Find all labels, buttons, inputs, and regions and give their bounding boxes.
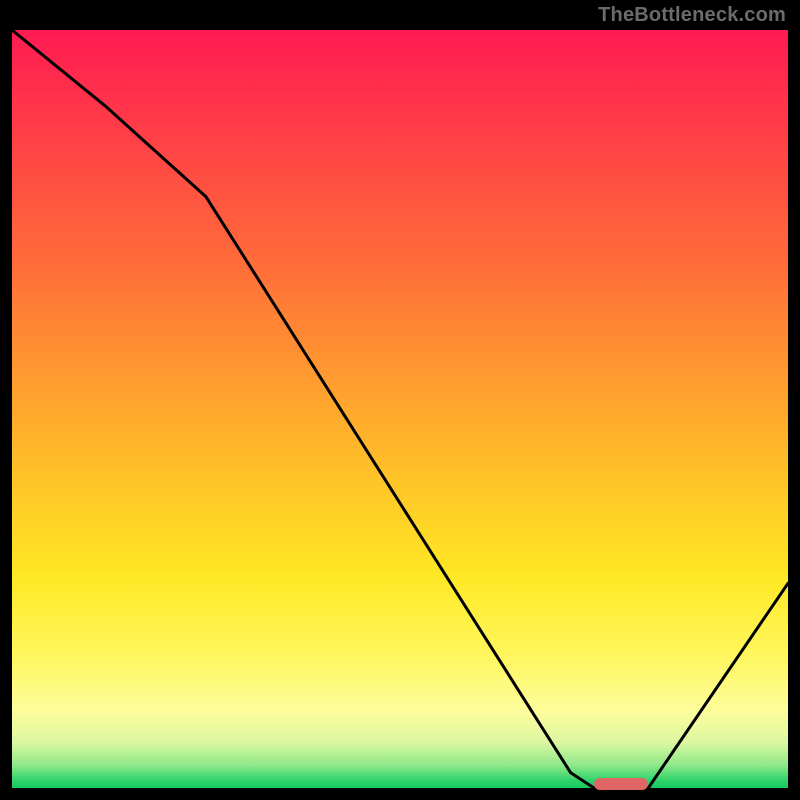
plot-area [12,30,788,788]
bottleneck-curve [12,30,788,788]
chart-frame: TheBottleneck.com [0,0,800,800]
optimal-marker [594,778,648,790]
watermark-text: TheBottleneck.com [598,4,786,27]
